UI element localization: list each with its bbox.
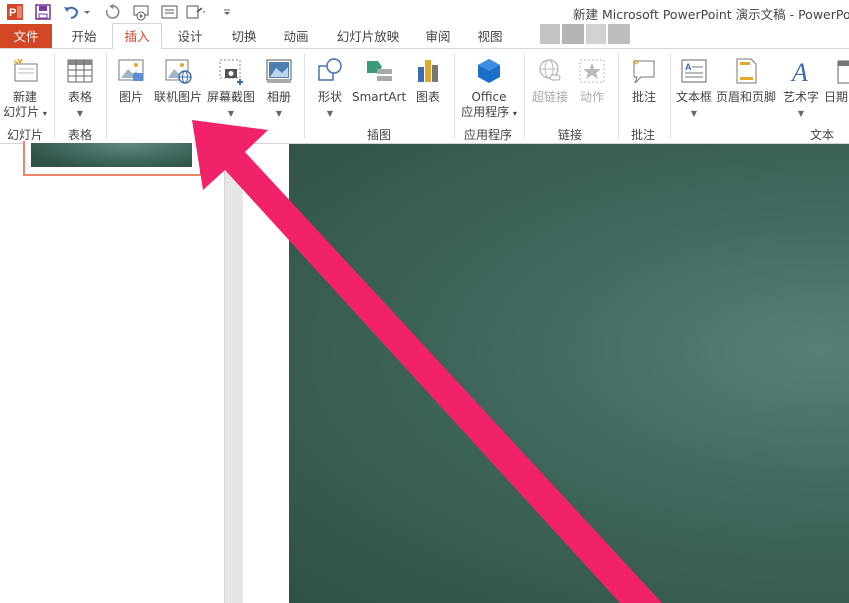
- tab-insert[interactable]: 插入: [112, 23, 162, 49]
- annotation-arrow: [192, 120, 662, 603]
